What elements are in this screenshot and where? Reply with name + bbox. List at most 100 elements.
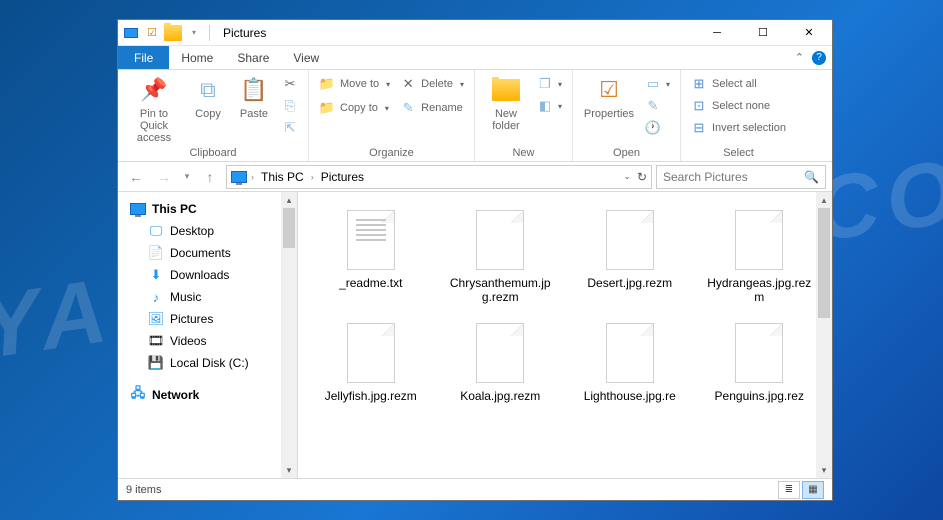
file-item[interactable]: Penguins.jpg.rez xyxy=(697,319,823,407)
cut-button[interactable]: ✂ xyxy=(280,74,300,94)
recent-dropdown[interactable]: ▾ xyxy=(180,165,194,189)
ribbon-group-open: ☑ Properties ▭▾ ✎ 🕐 Open xyxy=(573,70,681,161)
nav-desktop[interactable]: 🖵Desktop xyxy=(126,220,297,242)
scroll-down-icon[interactable]: ▾ xyxy=(816,462,832,478)
ribbon-group-select: ⊞Select all ⊡Select none ⊟Invert selecti… xyxy=(681,70,796,161)
paste-button[interactable]: 📋 Paste xyxy=(234,74,274,120)
close-button[interactable]: ✕ xyxy=(786,20,832,46)
properties-icon: ☑ xyxy=(593,74,625,106)
refresh-icon[interactable]: ↻ xyxy=(637,170,647,184)
files-scrollbar[interactable]: ▴ ▾ xyxy=(816,192,832,478)
nav-network[interactable]: 🖧Network xyxy=(126,384,297,406)
videos-icon: 🎞 xyxy=(148,333,164,349)
select-none-icon: ⊡ xyxy=(691,98,707,114)
blank-file-icon xyxy=(735,210,783,270)
nav-scrollbar[interactable]: ▴ ▾ xyxy=(281,192,297,478)
qat-dropdown-icon[interactable]: ▾ xyxy=(185,24,203,42)
search-input[interactable]: Search Pictures 🔍 xyxy=(656,165,826,189)
blank-file-icon xyxy=(347,323,395,383)
chevron-icon[interactable]: › xyxy=(249,172,256,182)
copy-path-button[interactable]: ⎘ xyxy=(280,96,300,116)
collapse-ribbon-icon[interactable]: ⌃ xyxy=(795,51,804,64)
pc-icon xyxy=(130,201,146,217)
pin-to-quick-access-button[interactable]: 📌 Pin to Quick access xyxy=(126,74,182,144)
file-item[interactable]: Lighthouse.jpg.re xyxy=(567,319,693,407)
copy-button[interactable]: ⧉ Copy xyxy=(188,74,228,120)
breadcrumb-pictures[interactable]: Pictures xyxy=(318,170,367,184)
text-file-icon xyxy=(347,210,395,270)
file-item[interactable]: Koala.jpg.rezm xyxy=(438,319,564,407)
home-tab[interactable]: Home xyxy=(169,46,225,69)
file-label: Koala.jpg.rezm xyxy=(460,389,540,403)
separator xyxy=(209,25,210,41)
details-view-button[interactable]: ≣ xyxy=(778,481,800,499)
navigation-pane: This PC 🖵Desktop 📄Documents ⬇Downloads ♪… xyxy=(118,192,298,478)
properties-button[interactable]: ☑ Properties xyxy=(581,74,637,120)
delete-button[interactable]: ✕Delete▾ xyxy=(398,74,466,94)
maximize-button[interactable]: ☐ xyxy=(740,20,786,46)
file-tab[interactable]: File xyxy=(118,46,169,69)
nav-music[interactable]: ♪Music xyxy=(126,286,297,308)
invert-selection-button[interactable]: ⊟Invert selection xyxy=(689,118,788,138)
file-item[interactable]: Desert.jpg.rezm xyxy=(567,206,693,309)
file-item[interactable]: Jellyfish.jpg.rezm xyxy=(308,319,434,407)
nav-this-pc[interactable]: This PC xyxy=(126,198,297,220)
blank-file-icon xyxy=(606,323,654,383)
files-pane[interactable]: _readme.txt Chrysanthemum.jpg.rezmDesert.… xyxy=(298,192,832,478)
titlebar: ☑ ▾ Pictures ─ ☐ ✕ xyxy=(118,20,832,46)
ribbon-tabs: File Home Share View ⌃ ? xyxy=(118,46,832,70)
history-button[interactable]: 🕐 xyxy=(643,118,672,138)
pc-icon xyxy=(231,171,247,183)
pictures-icon: 🖼 xyxy=(148,311,164,327)
scroll-down-icon[interactable]: ▾ xyxy=(281,462,297,478)
open-icon: ▭ xyxy=(645,76,661,92)
minimize-button[interactable]: ─ xyxy=(694,20,740,46)
blank-file-icon xyxy=(606,210,654,270)
move-to-button[interactable]: 📁Move to▾ xyxy=(317,74,392,94)
new-folder-icon xyxy=(490,74,522,106)
rename-button[interactable]: ✎Rename xyxy=(398,98,466,118)
rename-icon: ✎ xyxy=(400,100,416,116)
easy-access-button[interactable]: ◧▾ xyxy=(535,96,564,116)
back-button[interactable]: ← xyxy=(124,165,148,189)
nav-local-disk[interactable]: 💾Local Disk (C:) xyxy=(126,352,297,374)
nav-downloads[interactable]: ⬇Downloads xyxy=(126,264,297,286)
scroll-up-icon[interactable]: ▴ xyxy=(281,192,297,208)
chevron-icon[interactable]: › xyxy=(309,172,316,182)
nav-videos[interactable]: 🎞Videos xyxy=(126,330,297,352)
new-folder-button[interactable]: New folder xyxy=(483,74,529,132)
blank-file-icon xyxy=(476,323,524,383)
new-item-button[interactable]: ❒▾ xyxy=(535,74,564,94)
copy-to-button[interactable]: 📁Copy to▾ xyxy=(317,98,392,118)
scroll-up-icon[interactable]: ▴ xyxy=(816,192,832,208)
select-none-button[interactable]: ⊡Select none xyxy=(689,96,788,116)
help-icon[interactable]: ? xyxy=(812,51,826,65)
properties-qat-icon[interactable]: ☑ xyxy=(143,24,161,42)
file-item[interactable]: Chrysanthemum.jpg.rezm xyxy=(438,206,564,309)
forward-button[interactable]: → xyxy=(152,165,176,189)
icons-view-button[interactable]: ▦ xyxy=(802,481,824,499)
nav-pictures[interactable]: 🖼Pictures xyxy=(126,308,297,330)
file-label: _readme.txt xyxy=(339,276,402,290)
easy-access-icon: ◧ xyxy=(537,98,553,114)
scroll-thumb[interactable] xyxy=(818,208,830,318)
file-item[interactable]: Hydrangeas.jpg.rezm xyxy=(697,206,823,309)
view-tab[interactable]: View xyxy=(281,46,331,69)
nav-documents[interactable]: 📄Documents xyxy=(126,242,297,264)
paste-shortcut-button[interactable]: ⇱ xyxy=(280,118,300,138)
pin-icon: 📌 xyxy=(138,74,170,106)
breadcrumb-thispc[interactable]: This PC xyxy=(258,170,307,184)
select-all-button[interactable]: ⊞Select all xyxy=(689,74,788,94)
file-item[interactable]: _readme.txt xyxy=(308,206,434,309)
address-bar[interactable]: › This PC › Pictures ⌄ ↻ xyxy=(226,165,652,189)
downloads-icon: ⬇ xyxy=(148,267,164,283)
address-dropdown-icon[interactable]: ⌄ xyxy=(623,171,631,182)
disk-icon: 💾 xyxy=(148,355,164,371)
folder-qat-icon[interactable] xyxy=(164,24,182,42)
edit-button[interactable]: ✎ xyxy=(643,96,672,116)
up-button[interactable]: ↑ xyxy=(198,165,222,189)
ribbon-group-clipboard: 📌 Pin to Quick access ⧉ Copy 📋 Paste ✂ ⎘… xyxy=(118,70,309,161)
open-button[interactable]: ▭▾ xyxy=(643,74,672,94)
share-tab[interactable]: Share xyxy=(225,46,281,69)
scroll-thumb[interactable] xyxy=(283,208,295,248)
